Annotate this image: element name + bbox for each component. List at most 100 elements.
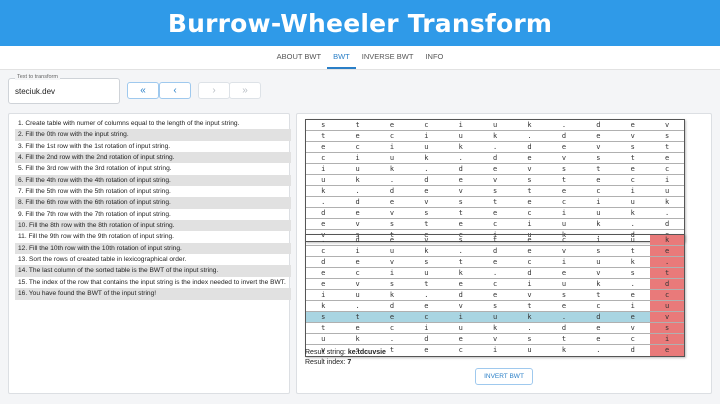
table-cell: c <box>409 311 444 324</box>
table-cell: e <box>649 245 685 258</box>
table-cell: i <box>443 311 478 324</box>
result-index-value: 7 <box>347 359 352 366</box>
table-cell: d <box>512 141 547 154</box>
table-cell: e <box>581 174 616 187</box>
tab-bar: ABOUT BWT BWT INVERSE BWT INFO <box>0 46 720 70</box>
table-cell: c <box>409 120 444 132</box>
table-cell: e <box>477 207 513 220</box>
table-cell: i <box>512 218 547 231</box>
table-cell: c <box>340 267 375 280</box>
table-cell: v <box>409 235 444 247</box>
table-cell: e <box>374 196 410 209</box>
table-cell: u <box>546 278 582 291</box>
table-cell: k <box>340 174 375 187</box>
table-cell: s <box>581 245 616 258</box>
text-to-transform-field[interactable]: Text to transform <box>8 74 120 104</box>
tab-about-bwt[interactable]: ABOUT BWT <box>271 46 327 69</box>
table-cell: c <box>477 278 513 291</box>
tab-inverse-bwt[interactable]: INVERSE BWT <box>356 46 420 69</box>
table-cell: c <box>581 300 616 313</box>
table-cell: u <box>546 218 582 231</box>
table-cell: e <box>512 152 547 165</box>
table-cell: u <box>477 120 513 132</box>
steps-panel: 1. Create table with numer of columns eq… <box>8 113 291 394</box>
chevron-left-icon: ‹ <box>173 85 177 96</box>
table-cell: e <box>512 196 547 209</box>
table-cell: k <box>615 256 650 269</box>
table-row: k.devsteciu <box>306 300 685 313</box>
table-cell: v <box>443 185 478 198</box>
table-cell: k <box>374 289 410 302</box>
table-cell: e <box>306 218 341 231</box>
double-chevron-right-icon: » <box>242 85 248 96</box>
next-step-button[interactable]: › <box>198 82 230 99</box>
table-cell: . <box>306 196 341 209</box>
table-cell: v <box>649 311 685 324</box>
table-cell: . <box>649 207 685 220</box>
table-cell: d <box>581 120 616 132</box>
table-cell: e <box>546 185 582 198</box>
table-cell: i <box>615 185 650 198</box>
last-step-button[interactable]: » <box>229 82 261 99</box>
table-cell: s <box>306 311 341 324</box>
table-cell: t <box>546 333 582 346</box>
table-cell: e <box>615 311 650 324</box>
step-item: 13. Sort the rows of created table in le… <box>18 256 187 264</box>
table-cell: u <box>649 185 685 198</box>
table-cell: e <box>443 174 478 187</box>
table-cell: . <box>340 300 375 313</box>
table-cell: s <box>649 322 685 335</box>
table-cell: c <box>374 322 410 335</box>
table-cell: c <box>306 245 341 258</box>
table-cell: c <box>546 196 582 209</box>
app-title: Burrow-Wheeler Transform <box>167 8 553 38</box>
result-string: Result string: ke.tdcuvsie <box>305 349 386 356</box>
table-cell: i <box>512 278 547 291</box>
table-cell: e <box>374 120 410 132</box>
text-to-transform-input[interactable] <box>15 87 111 96</box>
step-item: 8. Fill the 6th row with the 6th rotatio… <box>15 197 291 209</box>
table-cell: k <box>615 207 650 220</box>
step-item: 2. Fill the 0th row with the input strin… <box>15 129 291 141</box>
table-row: ciuk.devste <box>306 152 685 165</box>
table-cell: t <box>581 163 616 176</box>
table-cell: u <box>374 245 410 258</box>
steps-list: 1. Create table with numer of columns eq… <box>15 118 291 300</box>
table-cell: s <box>443 235 478 247</box>
table-cell: . <box>596 346 601 355</box>
table-cell: e <box>477 163 513 176</box>
table-cell: u <box>340 289 375 302</box>
table-cell: c <box>306 152 341 165</box>
table-cell: u <box>443 130 478 143</box>
table-cell: d <box>409 174 444 187</box>
table-cell: e <box>306 278 341 291</box>
table-cell: c <box>340 141 375 154</box>
table-cell: . <box>409 289 444 302</box>
table-cell: d <box>306 256 341 269</box>
previous-step-button[interactable]: ‹ <box>159 82 191 99</box>
table-row: teciuk.devs <box>306 322 685 335</box>
table-row: evsteciuk.d <box>306 218 685 231</box>
invert-bwt-button[interactable]: INVERT BWT <box>475 368 533 385</box>
table-cell: k <box>306 185 341 198</box>
first-step-button[interactable]: « <box>127 82 159 99</box>
table-cell: e <box>546 300 582 313</box>
table-cell: . <box>306 235 341 247</box>
table-cell: t <box>340 311 375 324</box>
result-string-label: Result string: <box>305 349 346 356</box>
table-cell: d <box>546 322 582 335</box>
result-index: Result index: 7 <box>305 359 351 366</box>
tab-bwt[interactable]: BWT <box>327 46 356 69</box>
table-cell: c <box>512 207 547 220</box>
table-cell: d <box>443 289 478 302</box>
table-cell: v <box>477 174 513 187</box>
table-cell: k <box>477 130 513 143</box>
table-cell: k <box>443 267 478 280</box>
table-cell: e <box>443 278 478 291</box>
table-cell: d <box>477 245 513 258</box>
table-cell: u <box>581 207 616 220</box>
table-cell: c <box>477 218 513 231</box>
chevron-right-icon: › <box>212 85 216 96</box>
tab-info[interactable]: INFO <box>419 46 449 69</box>
table-row: devsteciuk. <box>306 256 685 269</box>
